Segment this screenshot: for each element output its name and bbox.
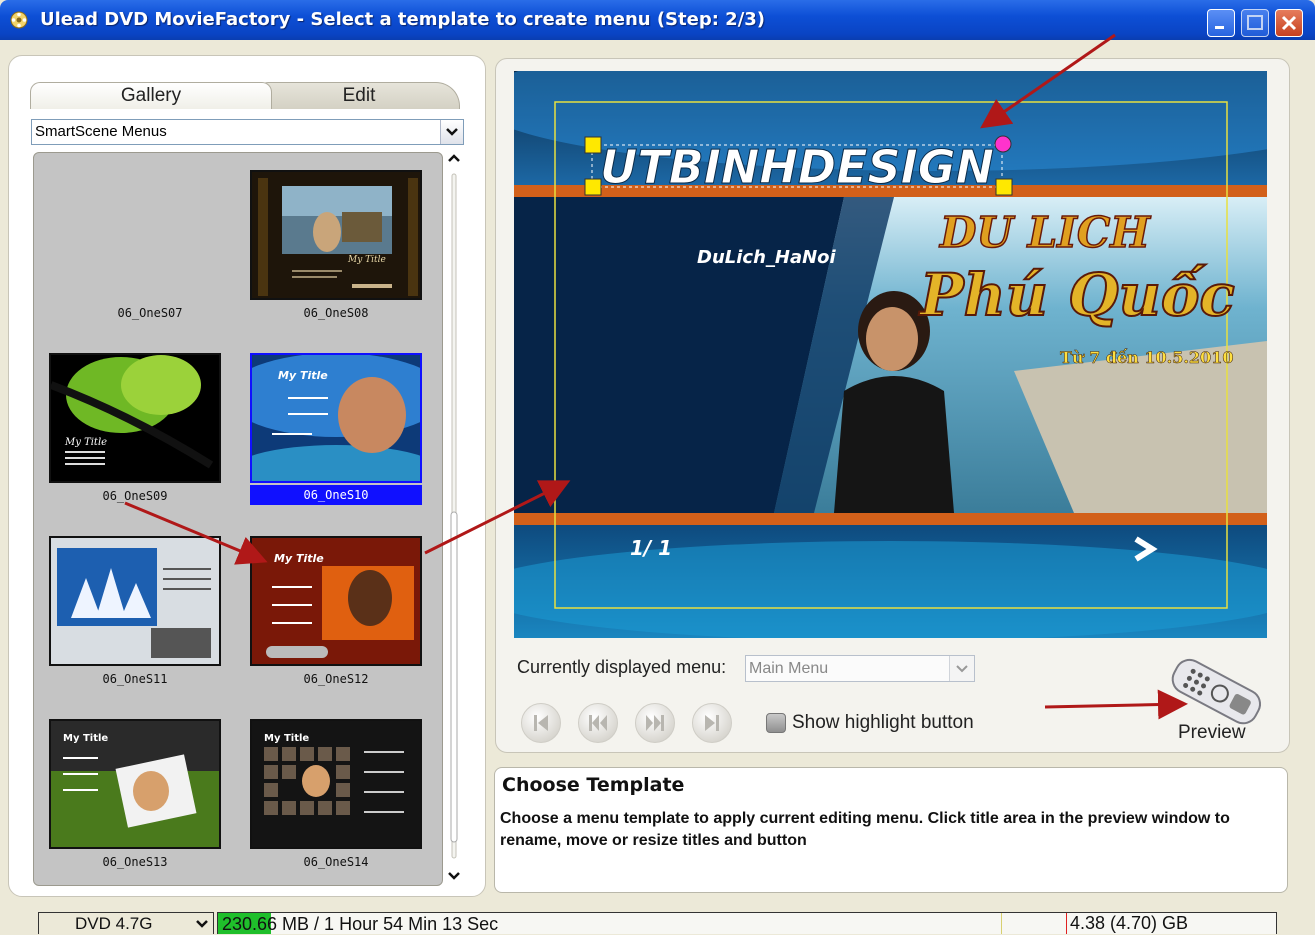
scroll-down-icon[interactable]	[448, 872, 460, 880]
prev-icon	[589, 715, 607, 731]
thumbnail-label: 06_OneS07	[117, 306, 183, 320]
current-menu-value: Main Menu	[749, 660, 829, 677]
current-menu-select[interactable]: Main Menu	[745, 655, 975, 682]
category-select-value: SmartScene Menus	[35, 123, 167, 140]
thumbnail-image: My Title	[252, 172, 420, 298]
resize-handle[interactable]	[584, 136, 602, 154]
current-menu-arrow[interactable]	[949, 656, 974, 681]
first-icon	[534, 715, 548, 731]
thumbnail-label: 06_OneS11	[102, 672, 168, 686]
minimize-button[interactable]	[1207, 9, 1235, 37]
template-thumbnail-s08[interactable]: My Title	[250, 170, 422, 300]
thumbnail-image: My Title	[51, 355, 219, 481]
thumb-title-text: My Title	[278, 369, 328, 382]
thumb-title-text: My Title	[64, 437, 107, 448]
close-icon	[1281, 15, 1297, 31]
menu-preview[interactable]: UTBINHDESIGN DuLich_HaNoi DU LICH Phú Qu…	[514, 71, 1267, 638]
preview-subtitle[interactable]: DuLich_HaNoi	[697, 247, 837, 268]
title-bar: Ulead DVD MovieFactory - Select a templa…	[0, 0, 1315, 40]
thumbnail-label-selected: 06_OneS10	[250, 485, 422, 505]
last-icon	[705, 715, 719, 731]
capacity-limit-marker	[1066, 913, 1067, 934]
thumbnail-image: My Title	[252, 355, 420, 481]
dropdown-arrow-button[interactable]	[440, 120, 463, 144]
scrollbar-track	[448, 154, 460, 880]
template-thumbnail-s10[interactable]: My Title	[250, 353, 422, 483]
disc-type-value: DVD 4.7G	[75, 914, 153, 933]
show-highlight-checkbox[interactable]	[766, 713, 786, 733]
template-thumbnail-s14[interactable]: My Title	[250, 719, 422, 849]
remote-control-icon[interactable]	[1160, 652, 1270, 732]
preview-date: Từ 7 đến 10.5.2010	[1060, 348, 1233, 367]
disc-usage-text: 230.66 MB / 1 Hour 54 Min 13 Sec	[222, 914, 499, 934]
next-icon	[646, 715, 664, 731]
thumbnail-label: 06_OneS12	[303, 672, 369, 686]
thumbnail-image: My Title	[252, 721, 420, 847]
info-title: Choose Template	[502, 774, 685, 796]
template-thumbnail-s12[interactable]: My Title	[250, 536, 422, 666]
thumb-title-text: My Title	[274, 552, 324, 565]
resize-handle[interactable]	[584, 178, 602, 196]
thumbnail-label: 06_OneS13	[102, 855, 168, 869]
template-thumbnail-s09[interactable]: My Title	[49, 353, 221, 483]
thumb-title-text: My Title	[347, 255, 386, 265]
tab-edit[interactable]: Edit	[258, 82, 460, 109]
disc-capacity-text: 4.38 (4.70) GB	[1070, 913, 1189, 933]
window-title: Ulead DVD MovieFactory - Select a templa…	[40, 9, 766, 30]
disc-type-select[interactable]: DVD 4.7G	[38, 912, 214, 934]
preview-canvas: UTBINHDESIGN DuLich_HaNoi DU LICH Phú Qu…	[514, 71, 1267, 638]
preview-headline: DU LICH	[939, 208, 1151, 257]
template-thumbnail-s13[interactable]: My Title	[49, 719, 221, 849]
thumb-title-text: My Title	[264, 733, 309, 744]
gallery-scrollbar[interactable]	[446, 152, 462, 884]
scroll-thumb[interactable]	[450, 511, 458, 843]
scroll-up-icon[interactable]	[448, 154, 460, 162]
maximize-icon	[1247, 15, 1263, 30]
resize-handle[interactable]	[995, 178, 1013, 196]
info-body: Choose a menu template to apply current …	[500, 810, 1230, 849]
thumbnail-label: 06_OneS08	[303, 306, 369, 320]
thumbnail-image: My Title	[51, 721, 219, 847]
preview-button-label[interactable]: Preview	[1178, 722, 1246, 744]
prev-menu-button[interactable]	[578, 703, 618, 743]
category-select[interactable]: SmartScene Menus	[31, 119, 464, 145]
preview-page-indicator: 1/ 1	[630, 536, 672, 560]
next-menu-button[interactable]	[635, 703, 675, 743]
last-menu-button[interactable]	[692, 703, 732, 743]
tab-gallery[interactable]: Gallery	[30, 82, 272, 109]
preview-script-title: Phú Quốc	[918, 261, 1235, 329]
chevron-down-icon	[196, 920, 208, 928]
thumbnail-image	[51, 538, 219, 664]
show-highlight-label[interactable]: Show highlight button	[792, 712, 974, 734]
thumbnail-label: 06_OneS14	[303, 855, 369, 869]
chevron-down-icon	[956, 665, 968, 673]
capacity-marker	[1001, 913, 1002, 934]
thumbnail-label: 06_OneS09	[102, 489, 168, 503]
chevron-down-icon	[446, 128, 458, 136]
maximize-button[interactable]	[1241, 9, 1269, 37]
thumbnail-image: My Title	[252, 538, 420, 664]
template-thumbnail-s11[interactable]	[49, 536, 221, 666]
minimize-icon	[1215, 26, 1224, 29]
preview-title-text[interactable]: UTBINHDESIGN	[600, 140, 995, 195]
current-menu-label: Currently displayed menu:	[517, 657, 727, 677]
template-gallery: My Title 06_OneS07 06_OneS08 My Title My…	[33, 152, 443, 886]
rotate-handle[interactable]	[994, 135, 1012, 153]
film-reel-icon	[10, 11, 28, 29]
first-menu-button[interactable]	[521, 703, 561, 743]
thumb-title-text: My Title	[63, 733, 108, 744]
close-button[interactable]	[1275, 9, 1303, 37]
